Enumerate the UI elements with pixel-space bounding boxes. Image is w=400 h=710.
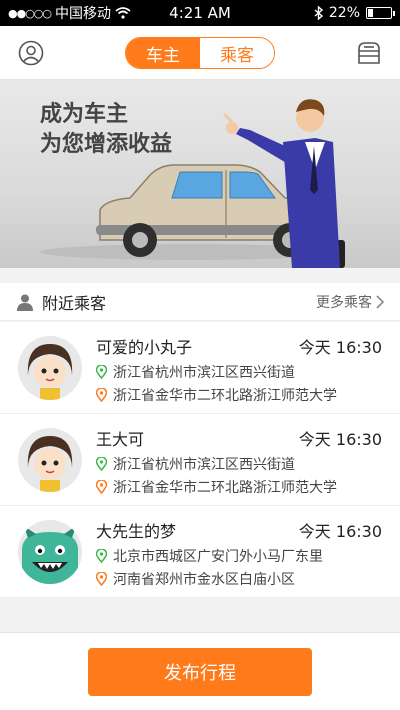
origin-address: 浙江省杭州市滨江区西兴街道	[113, 365, 295, 381]
signal-dots-icon: ●●○○○	[8, 6, 52, 20]
role-toggle: 车主 乘客	[125, 37, 275, 69]
passenger-name: 大先生的梦	[96, 522, 177, 541]
origin-pin-icon	[96, 549, 107, 563]
avatar	[18, 428, 82, 492]
battery-percent: 22%	[328, 5, 360, 21]
destination-address: 浙江省金华市二环北路浙江师范大学	[113, 480, 337, 496]
passenger-name: 可爱的小丸子	[96, 338, 193, 357]
passenger-list: 可爱的小丸子 今天 16:30 浙江省杭州市滨江区西兴街道 浙江省金华市二环北路…	[0, 322, 400, 598]
origin-address: 北京市西城区广安门外小马厂东里	[113, 549, 323, 565]
status-bar: ●●○○○ 中国移动 4:21 AM 22%	[0, 0, 400, 26]
clock: 4:21 AM	[169, 4, 231, 22]
passenger-row[interactable]: 王大可 今天 16:30 浙江省杭州市滨江区西兴街道 浙江省金华市二环北路浙江师…	[0, 414, 400, 506]
bluetooth-icon	[314, 6, 323, 20]
destination-pin-icon	[96, 480, 107, 494]
user-profile-icon[interactable]	[18, 40, 44, 66]
nearby-header: 附近乘客 更多乘客	[0, 283, 400, 321]
battery-fill	[368, 9, 373, 17]
carrier-name: 中国移动	[55, 6, 111, 22]
message-box-icon[interactable]	[356, 40, 382, 66]
banner-line-1: 成为车主	[40, 102, 129, 127]
departure-time: 今天 16:30	[298, 338, 382, 357]
wifi-icon	[115, 7, 131, 19]
person-icon	[17, 294, 33, 311]
passenger-row[interactable]: 可爱的小丸子 今天 16:30 浙江省杭州市滨江区西兴街道 浙江省金华市二环北路…	[0, 322, 400, 414]
passenger-row[interactable]: 大先生的梦 今天 16:30 北京市西城区广安门外小马厂东里 河南省郑州市金水区…	[0, 506, 400, 598]
origin-address: 浙江省杭州市滨江区西兴街道	[113, 457, 295, 473]
nearby-title: 附近乘客	[42, 293, 107, 313]
destination-pin-icon	[96, 572, 107, 586]
origin-pin-icon	[96, 365, 107, 379]
destination-pin-icon	[96, 388, 107, 402]
top-nav: 车主 乘客	[0, 26, 400, 80]
departure-time: 今天 16:30	[298, 522, 382, 541]
promo-banner[interactable]: 成为车主 为您增添收益	[0, 80, 400, 268]
chevron-right-icon	[376, 294, 384, 309]
more-passengers-label: 更多乘客	[316, 294, 372, 311]
tab-driver[interactable]: 车主	[126, 38, 200, 68]
bottom-bar: 发布行程	[0, 632, 400, 710]
banner-line-2: 为您增添收益	[40, 132, 173, 157]
avatar	[18, 336, 82, 400]
passenger-name: 王大可	[96, 430, 145, 449]
tab-passenger[interactable]: 乘客	[200, 38, 274, 68]
origin-pin-icon	[96, 457, 107, 471]
destination-address: 浙江省金华市二环北路浙江师范大学	[113, 388, 337, 404]
destination-address: 河南省郑州市金水区白庙小区	[113, 572, 295, 588]
avatar	[18, 520, 82, 584]
battery-icon	[366, 7, 395, 19]
publish-trip-button[interactable]: 发布行程	[88, 648, 312, 696]
more-passengers-link[interactable]: 更多乘客	[316, 292, 384, 312]
departure-time: 今天 16:30	[298, 430, 382, 449]
